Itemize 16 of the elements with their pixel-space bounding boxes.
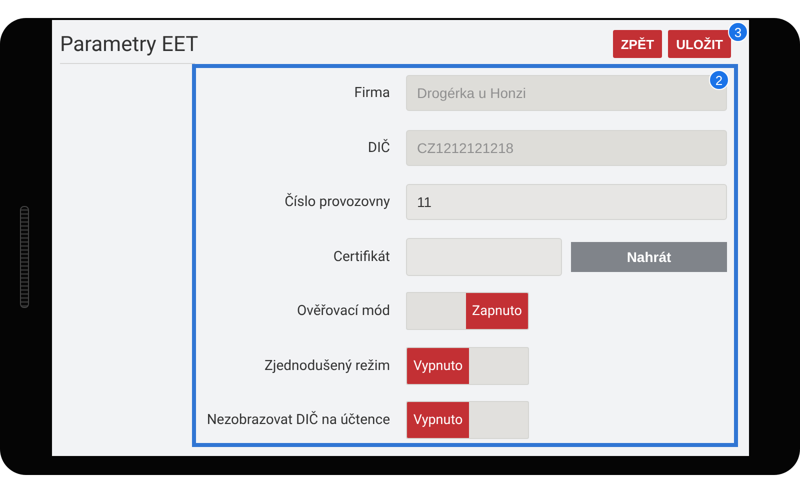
field-label: Firma <box>353 85 390 101</box>
upload-button[interactable]: Nahrát <box>571 242 727 272</box>
header-button[interactable]: ZPĚT <box>612 30 662 58</box>
field-label: Nezobrazovat DIČ na účtence <box>206 412 390 428</box>
step-badge: 3 <box>728 22 748 42</box>
header-button[interactable]: ULOŽIT <box>668 30 731 58</box>
file-field[interactable] <box>406 238 562 276</box>
field-label: Zjednodušený režim <box>263 358 390 374</box>
field-label: Ověřovací mód <box>296 303 390 319</box>
toggle-switch[interactable]: Vypnuto <box>406 346 529 384</box>
toggle-switch[interactable]: Vypnuto <box>406 401 529 439</box>
toggle-switch[interactable]: Zapnuto <box>406 292 529 330</box>
field-label: DIČ <box>366 140 390 156</box>
input-field[interactable]: 11 <box>406 184 727 220</box>
field-label: Číslo provozovny <box>284 194 390 210</box>
field-label: Certifikát <box>332 248 390 264</box>
